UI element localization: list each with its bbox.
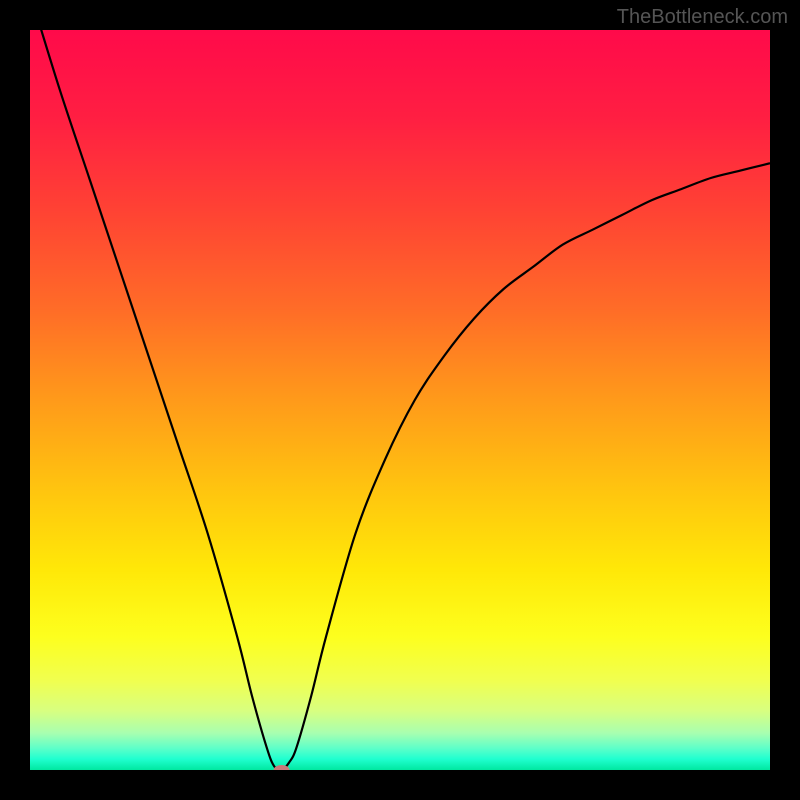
chart-plot-area xyxy=(30,30,770,770)
watermark-text: TheBottleneck.com xyxy=(617,6,788,29)
curve-layer xyxy=(30,30,770,770)
bottleneck-curve xyxy=(30,30,770,770)
